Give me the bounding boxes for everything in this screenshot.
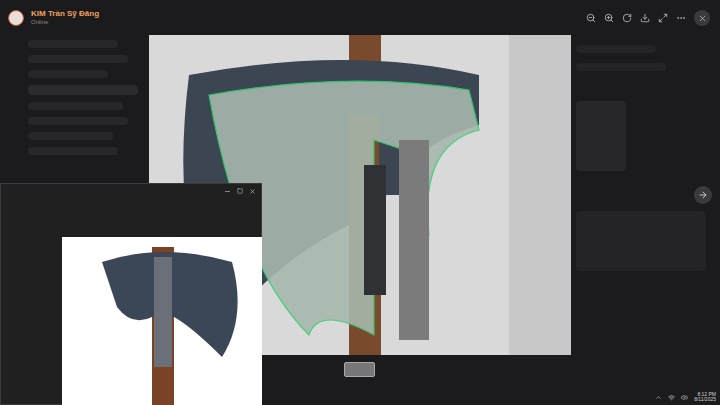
minimize-icon[interactable] [224, 188, 231, 195]
contact-status: Online [31, 19, 99, 26]
zoom-out-icon[interactable] [586, 13, 596, 23]
next-arrow-icon [698, 190, 708, 200]
rotate-icon[interactable] [622, 13, 632, 23]
taskbar-tray: 8:12 PM8/11/2025 [655, 389, 716, 405]
maximize-icon[interactable] [237, 188, 243, 194]
wifi-icon[interactable] [668, 394, 675, 401]
window-close-icon[interactable] [249, 188, 256, 195]
reference-title-bar [1, 184, 261, 198]
thumbnail[interactable] [344, 362, 375, 377]
header: KIM Trần Sỹ ĐăngOnline [0, 0, 720, 36]
close-button[interactable] [694, 10, 710, 26]
tray-expand-icon[interactable] [655, 394, 662, 401]
download-icon[interactable] [640, 13, 650, 23]
reference-window[interactable] [0, 183, 262, 405]
close-icon [698, 14, 707, 23]
reference-image [62, 237, 262, 405]
zoom-in-icon[interactable] [604, 13, 614, 23]
screen: KIM Trần Sỹ ĐăngOnline 8:12 PM8/11/2025 [0, 0, 720, 405]
expand-icon[interactable] [658, 13, 668, 23]
clock[interactable]: 8:12 PM8/11/2025 [694, 392, 716, 403]
avatar[interactable] [8, 10, 24, 26]
volume-icon[interactable] [681, 394, 688, 401]
contact-name: KIM Trần Sỹ Đăng [31, 10, 99, 19]
more-icon[interactable] [676, 13, 686, 23]
next-button[interactable] [694, 186, 712, 204]
axe-photo-icon [62, 237, 262, 405]
clock-date: 8/11/2025 [694, 397, 716, 402]
